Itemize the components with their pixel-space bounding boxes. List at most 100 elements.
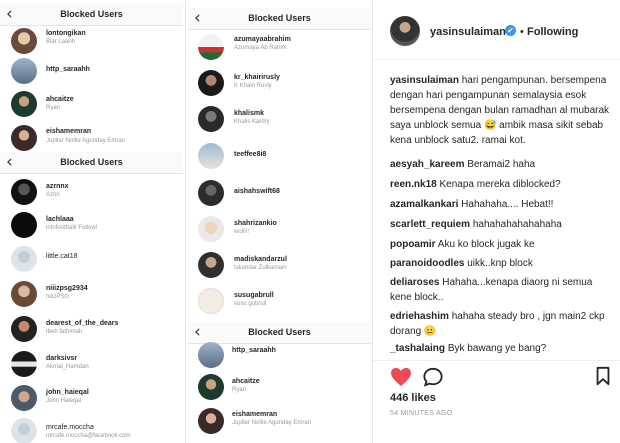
likes-count[interactable]: 446 likes xyxy=(390,392,436,404)
blocked-user-row[interactable]: azumayaabrahim Azumaya Ab Rahim xyxy=(188,32,371,68)
panel-title: Blocked Users xyxy=(248,327,311,337)
avatar xyxy=(198,180,224,206)
owner-avatar[interactable] xyxy=(390,16,420,46)
username: http_saraahh xyxy=(232,347,276,354)
blocked-user-row[interactable]: little.cat18 xyxy=(0,243,183,279)
avatar xyxy=(11,351,37,377)
comment-user[interactable]: aesyah_kareem xyxy=(390,159,465,170)
username: teeffee8i8 xyxy=(234,151,267,158)
comment-user[interactable]: paranoidoodles xyxy=(390,258,464,269)
following-button[interactable]: Following xyxy=(527,26,578,38)
blocked-user-row[interactable]: eishamemran Jupiter Nollie Agunday Emran xyxy=(0,122,183,152)
blocked-user-row[interactable]: eishamemran Jupiter Nollie Agunday Emran xyxy=(188,406,371,442)
blocked-user-row[interactable]: ahcaitze Ryan xyxy=(188,372,371,408)
blocked-user-row[interactable]: john_haieqal John Haieqal xyxy=(0,382,183,418)
blocked-user-row[interactable]: ahcaitze Ryan xyxy=(0,88,183,124)
blocked-user-row[interactable]: aishahswift68 xyxy=(188,178,371,214)
separator-dot: • xyxy=(520,26,524,38)
blocked-users-panel-a: ‹ Blocked Users lontongikan Blar Laahh h… xyxy=(0,0,183,152)
fullname: Khalis Kardry xyxy=(234,119,270,125)
blocked-user-row[interactable]: susugabrull susu gobrull xyxy=(188,286,371,318)
avatar xyxy=(198,216,224,242)
comment-user[interactable]: edriehashim xyxy=(390,311,449,322)
comment-text: Byk bawang ye bang? xyxy=(447,343,547,354)
avatar xyxy=(198,34,224,60)
bookmark-icon[interactable] xyxy=(594,366,612,386)
panel-header: ‹ Blocked Users xyxy=(188,322,371,344)
avatar xyxy=(11,179,37,205)
blocked-user-row[interactable]: niiizpsg2934 niiizPSG xyxy=(0,278,183,314)
blocked-user-row[interactable]: dearest_of_the_dears Ibeh fathimah xyxy=(0,313,183,349)
comment-user[interactable]: _tashalaing xyxy=(390,343,445,354)
fullname: Ibeh fathimah xyxy=(46,329,83,335)
comment-text: Hahahaha.... Hebat!! xyxy=(461,199,554,210)
comment-user[interactable]: reen.nk18 xyxy=(390,179,437,190)
comment: scarlett_requiem hahahahahahahaha xyxy=(390,217,615,232)
username: http_saraahh xyxy=(46,66,90,73)
comment: deliaroses Hahaha...kenapa diaorg ni sem… xyxy=(390,275,615,305)
comment-user[interactable]: scarlett_requiem xyxy=(390,219,470,230)
blocked-user-row[interactable]: madiskandarzul Iskandar Zulkarnain xyxy=(188,250,371,286)
panel-header: ‹ Blocked Users xyxy=(0,152,183,174)
username: little.cat18 xyxy=(46,253,78,260)
caption-username[interactable]: yasinsulaiman xyxy=(390,75,459,86)
fullname: infofootball/ Follow! xyxy=(46,225,98,231)
fullname: Azrin xyxy=(46,192,60,198)
blocked-user-row[interactable]: mrcafe.moccha mrcafe.moccha@facebook.com xyxy=(0,415,183,443)
blocked-user-row[interactable]: darksivsr Akmal_Hamdan xyxy=(0,348,183,384)
blocked-users-panel-c: ‹ Blocked Users azumayaabrahim Azumaya A… xyxy=(188,0,371,318)
verified-badge-icon: ✔ xyxy=(505,25,516,36)
comment: edriehashim hahaha steady bro , jgn main… xyxy=(390,309,615,339)
username: eishamemran xyxy=(46,128,92,135)
blocked-user-row[interactable]: lachlaaa infofootball/ Follow! xyxy=(0,209,183,245)
comment-icon[interactable] xyxy=(422,367,444,387)
avatar xyxy=(11,125,37,151)
avatar xyxy=(198,70,224,96)
fullname: wolli!! xyxy=(234,229,250,235)
blocked-user-row[interactable]: http_saraahh xyxy=(0,54,183,90)
username: niiizpsg2934 xyxy=(46,285,88,292)
blocked-user-row[interactable]: azrnnx Azrin xyxy=(0,176,183,212)
avatar xyxy=(198,143,224,169)
heart-icon[interactable] xyxy=(390,367,412,387)
avatar xyxy=(198,374,224,400)
username: susugabrull xyxy=(234,292,274,299)
default-avatar-icon xyxy=(11,246,37,272)
username: darksivsr xyxy=(46,355,78,362)
blocked-user-row[interactable]: khalismk Khalis Kardry xyxy=(188,104,371,140)
instagram-post: yasinsulaiman ✔ • Following yasinsulaima… xyxy=(373,0,620,443)
comment-text: uikk..knp block xyxy=(467,258,533,269)
avatar xyxy=(11,212,37,238)
username: ahcaitze xyxy=(46,96,74,103)
comment-text: Kenapa mereka diblocked? xyxy=(439,179,561,190)
username: lontongikan xyxy=(46,30,86,37)
comment-user[interactable]: azamalkankari xyxy=(390,199,458,210)
avatar xyxy=(11,91,37,117)
avatar xyxy=(11,28,37,54)
avatar xyxy=(198,288,224,314)
fullname: susu gobrull xyxy=(234,301,267,307)
fullname: Jupiter Nollie Agunday Emran xyxy=(46,138,126,144)
username: lachlaaa xyxy=(46,216,74,223)
fullname: Azumaya Ab Rahim xyxy=(234,45,287,51)
blocked-user-row[interactable]: teeffee8i8 xyxy=(188,141,371,177)
comment-user[interactable]: deliaroses xyxy=(390,277,439,288)
fullname: K Khairi Rusly xyxy=(234,83,272,89)
comment-user[interactable]: popoamir xyxy=(390,239,436,250)
blocked-user-row[interactable]: shahrizankio wolli!! xyxy=(188,214,371,250)
panel-header: ‹ Blocked Users xyxy=(0,4,183,26)
blocked-user-row[interactable]: kr_khairirusly K Khairi Rusly xyxy=(188,68,371,104)
panel-header: ‹ Blocked Users xyxy=(188,8,371,30)
post-actions xyxy=(373,360,620,390)
username: mrcafe.moccha xyxy=(46,424,94,431)
comment: _tashalaing Byk bawang ye bang? xyxy=(390,341,615,356)
post-header: yasinsulaiman ✔ • Following xyxy=(373,0,620,60)
avatar xyxy=(198,342,224,368)
blocked-users-panel-d: ‹ Blocked Users http_saraahh ahcaitze Ry… xyxy=(188,320,371,443)
username: shahrizankio xyxy=(234,220,277,227)
avatar xyxy=(11,385,37,411)
comment-text: hahahahahahahaha xyxy=(472,219,562,230)
owner-username[interactable]: yasinsulaiman xyxy=(430,26,506,38)
comment: paranoidoodles uikk..knp block xyxy=(390,256,615,271)
panel-title: Blocked Users xyxy=(60,9,123,19)
